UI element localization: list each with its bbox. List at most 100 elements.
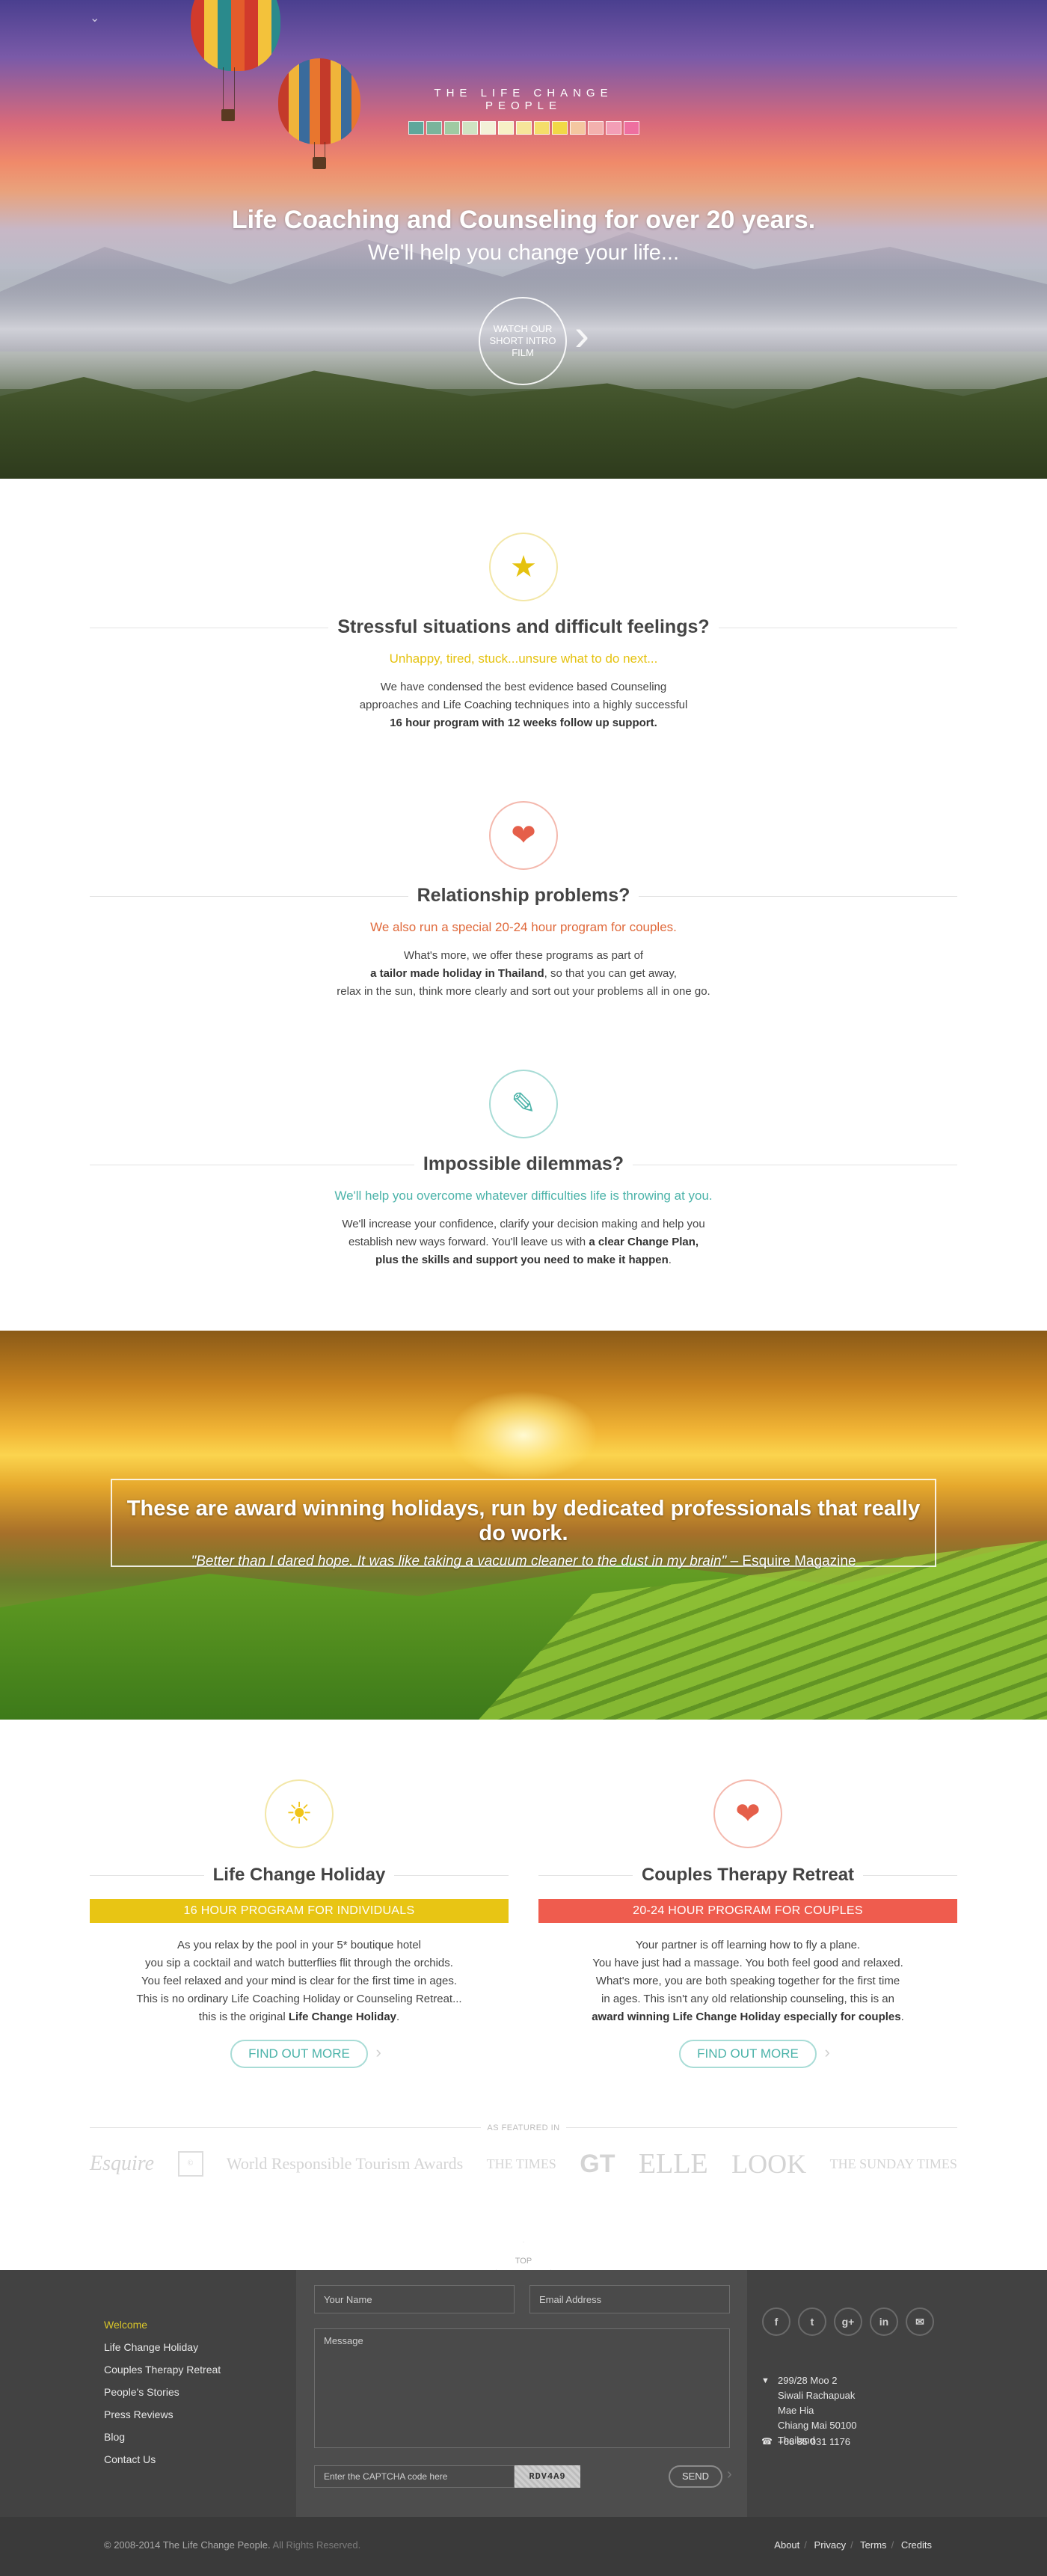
hero-section: ⌄ THE LIFE CHANGE PEOPLE Life Coaching a… <box>0 0 1047 479</box>
program-bar: 16 HOUR PROGRAM FOR INDIVIDUALS <box>90 1899 509 1923</box>
body-text: this is the original <box>198 2011 289 2023</box>
body-text: approaches and Life Coaching techniques … <box>359 699 688 711</box>
chevron-right-icon: › <box>375 2043 381 2061</box>
brand-logo[interactable]: THE LIFE CHANGE PEOPLE <box>393 87 654 135</box>
feature-title: Impossible dilemmas? <box>414 1153 633 1175</box>
elle-logo[interactable]: ELLE <box>639 2147 708 2180</box>
find-out-more-button[interactable]: FIND OUT MORE › <box>679 2040 830 2068</box>
email-icon[interactable]: ✉ <box>906 2307 934 2336</box>
hero-title: Life Coaching and Counseling for over 20… <box>231 206 816 234</box>
email-field[interactable] <box>529 2285 730 2313</box>
privacy-link[interactable]: Privacy <box>814 2539 847 2551</box>
address-line: Mae Hia <box>778 2405 814 2416</box>
google-plus-icon[interactable]: g+ <box>834 2307 862 2336</box>
feature-relationship: ❤ Relationship problems? We also run a s… <box>0 732 1047 1001</box>
body-text: relax in the sun, think more clearly and… <box>337 985 710 998</box>
banner-title: These are award winning holidays, run by… <box>126 1497 921 1545</box>
body-bold-text: 16 hour program with 12 weeks follow up … <box>390 717 657 729</box>
balloon-basket <box>221 109 235 121</box>
twitter-icon[interactable]: t <box>798 2307 826 2336</box>
terms-link[interactable]: Terms <box>860 2539 886 2551</box>
back-to-top-tab[interactable] <box>496 2242 551 2270</box>
footer-nav-couples-therapy[interactable]: Couples Therapy Retreat <box>104 2358 221 2381</box>
color-swatch <box>587 121 604 135</box>
body-text: What's more, we offer these programs as … <box>403 949 644 962</box>
program-card-holiday: ☀ Life Change Holiday 16 HOUR PROGRAM FO… <box>90 1779 509 2068</box>
footer-nav-press-reviews[interactable]: Press Reviews <box>104 2403 221 2426</box>
color-swatch <box>426 121 442 135</box>
section-heading-row: Relationship problems? <box>90 885 957 907</box>
message-field[interactable] <box>314 2328 730 2448</box>
address-line: Siwali Rachapuak <box>778 2390 856 2401</box>
phone-number[interactable]: +66 85 031 1176 <box>778 2436 850 2447</box>
captcha-field[interactable] <box>314 2465 515 2488</box>
facebook-icon[interactable]: f <box>762 2307 790 2336</box>
button-label: FIND OUT MORE <box>248 2046 350 2061</box>
featured-in-section: AS FEATURED IN Esquire © World Responsib… <box>90 2120 957 2180</box>
footer-nav-welcome[interactable]: Welcome <box>104 2313 221 2336</box>
wrta-logo[interactable]: World Responsible Tourism Awards <box>227 2156 463 2172</box>
body-bold-text: a tailor made holiday in Thailand <box>370 967 544 980</box>
footer-nav-blog[interactable]: Blog <box>104 2426 221 2448</box>
section-heading-row: Impossible dilemmas? <box>90 1153 957 1175</box>
credits-link[interactable]: Credits <box>901 2539 932 2551</box>
testimonial-quote: "Better than I dared hope. It was like t… <box>112 1554 935 1570</box>
feature-stress: ★ Stressful situations and difficult fee… <box>0 479 1047 732</box>
captcha-image: RDV4A9 <box>515 2465 580 2488</box>
chevron-right-icon: › <box>824 2043 830 2061</box>
body-text: . <box>396 2011 400 2023</box>
body-text: You feel relaxed and your mind is clear … <box>141 1975 458 1987</box>
jumping-figure-icon: ★ <box>489 533 558 601</box>
featured-label: AS FEATURED IN <box>481 2123 566 2132</box>
chevron-right-icon[interactable]: › <box>574 313 589 358</box>
press-logo[interactable]: © <box>177 2151 203 2177</box>
footer-nav-contact[interactable]: Contact Us <box>104 2448 221 2471</box>
footer-nav-peoples-stories[interactable]: People's Stories <box>104 2381 221 2403</box>
program-body: As you relax by the pool in your 5* bout… <box>90 1936 509 2026</box>
section-heading-row: AS FEATURED IN <box>90 2120 957 2134</box>
body-text: You have just had a massage. You both fe… <box>592 1957 903 1969</box>
section-heading-row: Couples Therapy Retreat <box>538 1865 957 1886</box>
name-field[interactable] <box>314 2285 515 2313</box>
feature-title: Relationship problems? <box>408 885 639 907</box>
color-swatch <box>551 121 568 135</box>
section-heading-row: Life Change Holiday <box>90 1865 509 1886</box>
body-text: As you relax by the pool in your 5* bout… <box>176 1939 422 1951</box>
back-to-top-label[interactable]: TOP <box>496 2257 551 2266</box>
sunset-glow <box>449 1390 598 1480</box>
feature-title: Stressful situations and difficult feeli… <box>328 616 719 638</box>
phone-icon: ☎ <box>761 2436 773 2447</box>
send-button[interactable]: SEND <box>669 2465 722 2488</box>
chevron-right-icon: › <box>727 2466 732 2483</box>
sunday-times-logo[interactable]: THE SUNDAY TIMES <box>830 2156 957 2172</box>
body-text: Your partner is off learning how to fly … <box>635 1939 861 1951</box>
esquire-logo[interactable]: Esquire <box>90 2152 154 2176</box>
feature-body: We'll increase your confidence, clarify … <box>0 1215 1047 1269</box>
find-out-more-button[interactable]: FIND OUT MORE › <box>230 2040 381 2068</box>
feature-tagline: We'll help you overcome whatever difficu… <box>334 1189 713 1203</box>
gt-logo[interactable]: GT <box>580 2150 615 2179</box>
watch-intro-film-button[interactable]: WATCH OUR SHORT INTRO FILM <box>479 297 567 385</box>
back-to-top-area: TOP <box>0 2195 1047 2270</box>
color-swatch <box>515 121 532 135</box>
programs-section: ☀ Life Change Holiday 16 HOUR PROGRAM FO… <box>90 1779 957 2068</box>
look-logo[interactable]: LOOK <box>731 2148 806 2180</box>
color-swatch <box>408 121 424 135</box>
copyright-text: © 2008-2014 The Life Change People. <box>104 2539 271 2551</box>
body-text: . <box>900 2011 904 2023</box>
chevron-down-icon[interactable]: ⌄ <box>90 10 99 25</box>
body-text: We have condensed the best evidence base… <box>380 681 667 693</box>
legal-links: About / Privacy / Terms / Credits <box>774 2539 932 2551</box>
footer: Welcome Life Change Holiday Couples Ther… <box>0 2270 1047 2517</box>
award-banner: These are award winning holidays, run by… <box>0 1331 1047 1720</box>
times-logo[interactable]: THE TIMES <box>487 2156 556 2172</box>
puzzle-figure-icon: ✎ <box>489 1070 558 1138</box>
footer-nav-life-change-holiday[interactable]: Life Change Holiday <box>104 2336 221 2358</box>
press-logos: Esquire © World Responsible Tourism Awar… <box>90 2147 957 2180</box>
about-link[interactable]: About <box>774 2539 799 2551</box>
feature-body: We have condensed the best evidence base… <box>0 678 1047 732</box>
feature-body: What's more, we offer these programs as … <box>0 947 1047 1001</box>
linkedin-icon[interactable]: in <box>870 2307 898 2336</box>
broken-heart-icon: ❤ <box>489 801 558 870</box>
contact-form: RDV4A9 SEND › <box>296 2270 747 2517</box>
